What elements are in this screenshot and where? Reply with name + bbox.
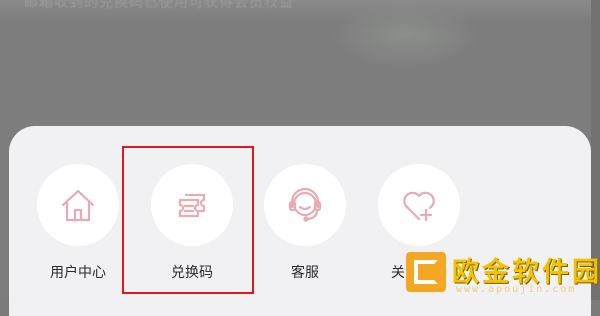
redeem-code-highlight-box <box>122 146 254 294</box>
customer-service-icon-circle[interactable] <box>264 164 346 246</box>
user-center-label: 用户中心 <box>50 265 106 281</box>
follow-us-icon-circle[interactable] <box>378 164 460 246</box>
site-watermark: 欧金软件园 www.apoujin.com <box>406 248 600 300</box>
user-center-button[interactable]: 用户中心 <box>34 164 122 282</box>
background-image-blur <box>330 0 480 70</box>
house-icon <box>61 189 95 222</box>
watermark-logo-mark <box>414 260 438 284</box>
user-center-icon-circle[interactable] <box>37 164 119 246</box>
watermark-logo-icon <box>406 252 446 292</box>
customer-service-button[interactable]: 客服 <box>261 164 349 282</box>
watermark-url: www.apoujin.com <box>456 284 577 295</box>
background-obscured-text: 邮箱收到的兑换码已使用可获得会员权益 <box>24 0 294 11</box>
customer-service-label: 客服 <box>291 265 319 281</box>
heart-plus-icon <box>403 191 435 222</box>
headset-icon <box>288 187 322 222</box>
